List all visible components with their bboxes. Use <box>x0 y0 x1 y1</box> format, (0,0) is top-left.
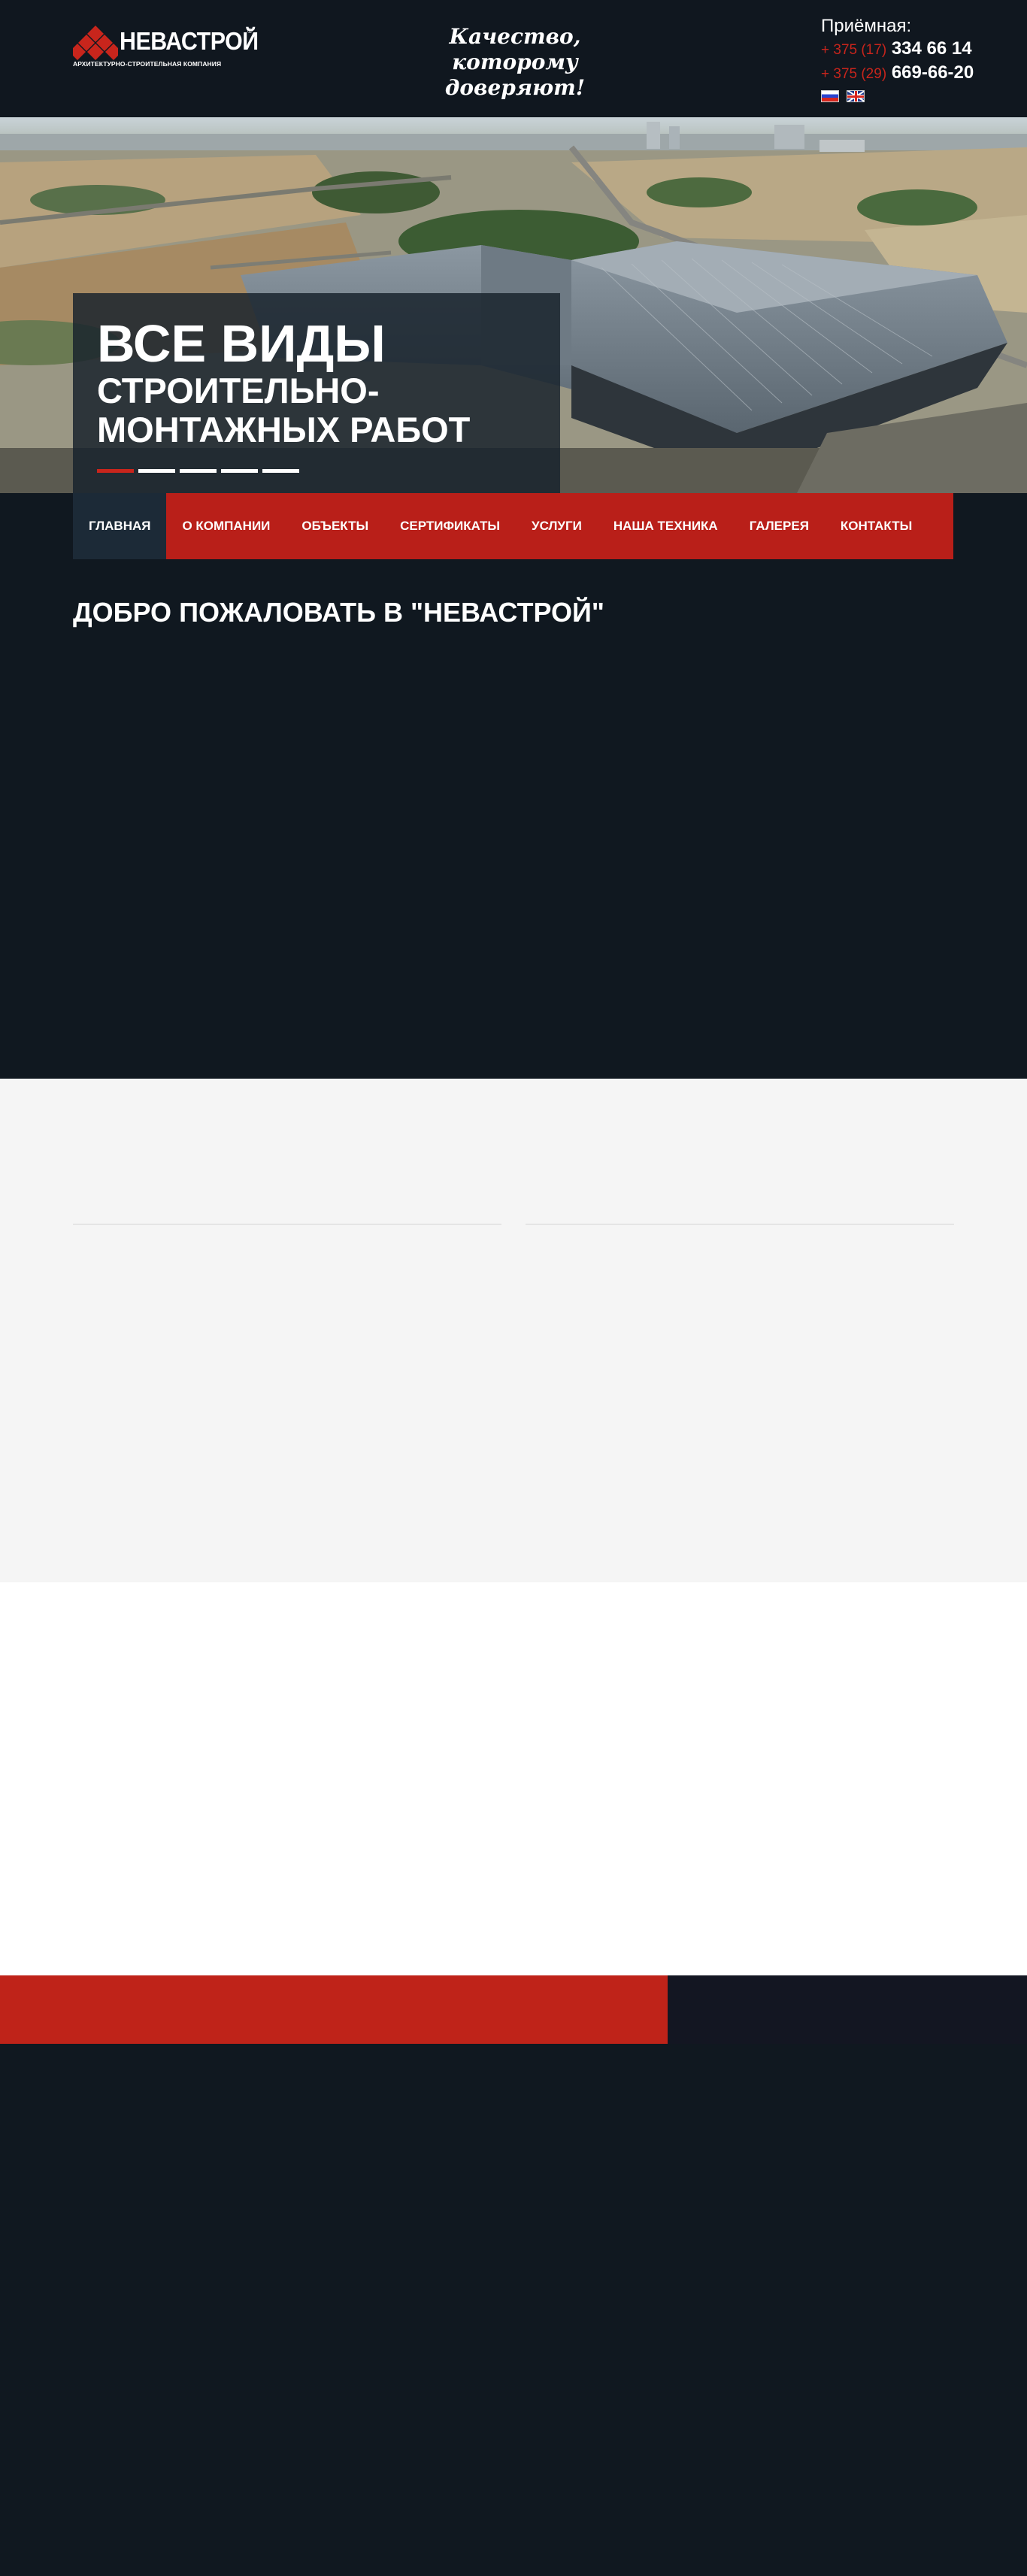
slogan: Качество, которому доверяют! <box>391 24 639 101</box>
logo[interactable]: НЕВАСТРОЙ ® АРХИТЕКТУРНО-СТРОИТЕЛЬНАЯ КО… <box>73 23 259 71</box>
nav-item-7[interactable]: ГАЛЕРЕЯ <box>734 493 825 559</box>
slogan-line-2: которому доверяют! <box>444 50 586 100</box>
russian-flag-icon[interactable] <box>821 90 839 102</box>
slider-pagination <box>97 469 299 473</box>
nav-item-4[interactable]: СЕРТИФИКАТЫ <box>384 493 516 559</box>
language-switcher <box>821 90 971 102</box>
light-section <box>0 1079 1027 1582</box>
nav-item-1[interactable]: ГЛАВНАЯ <box>73 493 167 559</box>
nav-item-2[interactable]: О КОМПАНИИ <box>166 493 286 559</box>
main-navigation: ГЛАВНАЯ О КОМПАНИИ ОБЪЕКТЫ СЕРТИФИКАТЫ УСЛУГ… <box>73 493 953 559</box>
slider-dot-3[interactable] <box>180 469 217 473</box>
hero-title-line-2: СТРОИТЕЛЬНО- <box>97 371 380 410</box>
nav-item-6[interactable]: НАША ТЕХНИКА <box>598 493 734 559</box>
hero-slider: ВСЕ ВИДЫ СТРОИТЕЛЬНО- МОНТАЖНЫХ РАБОТ <box>0 117 1027 493</box>
slider-dot-4[interactable] <box>221 469 258 473</box>
logo-diamonds-icon <box>73 26 118 60</box>
hero-caption-panel: ВСЕ ВИДЫ СТРОИТЕЛЬНО- МОНТАЖНЫХ РАБОТ <box>73 293 560 493</box>
phone-1-code: + 375 (17) <box>821 42 887 58</box>
phone-2-number: 669-66-20 <box>891 62 974 83</box>
red-band <box>0 1975 668 2044</box>
site-header: НЕВАСТРОЙ ® АРХИТЕКТУРНО-СТРОИТЕЛЬНАЯ КО… <box>0 0 1027 117</box>
welcome-heading: ДОБРО ПОЖАЛОВАТЬ В "НЕВАСТРОЙ" <box>73 597 604 628</box>
slider-dot-2[interactable] <box>138 469 175 473</box>
phone-2[interactable]: + 375 (29) 669-66-20 <box>821 62 974 86</box>
reception-label: Приёмная: <box>821 16 912 36</box>
logo-registered-mark: ® <box>247 27 253 35</box>
nav-item-3[interactable]: ОБЪЕКТЫ <box>286 493 384 559</box>
slider-dot-1[interactable] <box>97 469 134 473</box>
phone-1[interactable]: + 375 (17) 334 66 14 <box>821 38 972 62</box>
nav-item-5[interactable]: УСЛУГИ <box>516 493 598 559</box>
logo-name: НЕВАСТРОЙ <box>120 27 259 55</box>
phone-1-number: 334 66 14 <box>891 38 972 59</box>
nav-item-8[interactable]: КОНТАКТЫ <box>825 493 928 559</box>
logo-subtitle: АРХИТЕКТУРНО-СТРОИТЕЛЬНАЯ КОМПАНИЯ <box>73 60 222 68</box>
hero-title-lines-2-3: СТРОИТЕЛЬНО- МОНТАЖНЫХ РАБОТ <box>97 371 470 450</box>
contacts-block: Приёмная: + 375 (17) 334 66 14 + 375 (29… <box>821 15 974 102</box>
english-flag-icon[interactable] <box>847 90 865 102</box>
hero-title-line-3: МОНТАЖНЫХ РАБОТ <box>97 410 471 450</box>
footer <box>0 2044 1027 2576</box>
phone-2-code: + 375 (29) <box>821 66 887 82</box>
white-section <box>0 1582 1027 1975</box>
hero-title-line-1: ВСЕ ВИДЫ <box>97 314 386 373</box>
navy-band <box>668 1975 1027 2044</box>
slogan-line-1: Качество, <box>449 24 581 49</box>
slider-dot-5[interactable] <box>262 469 299 473</box>
